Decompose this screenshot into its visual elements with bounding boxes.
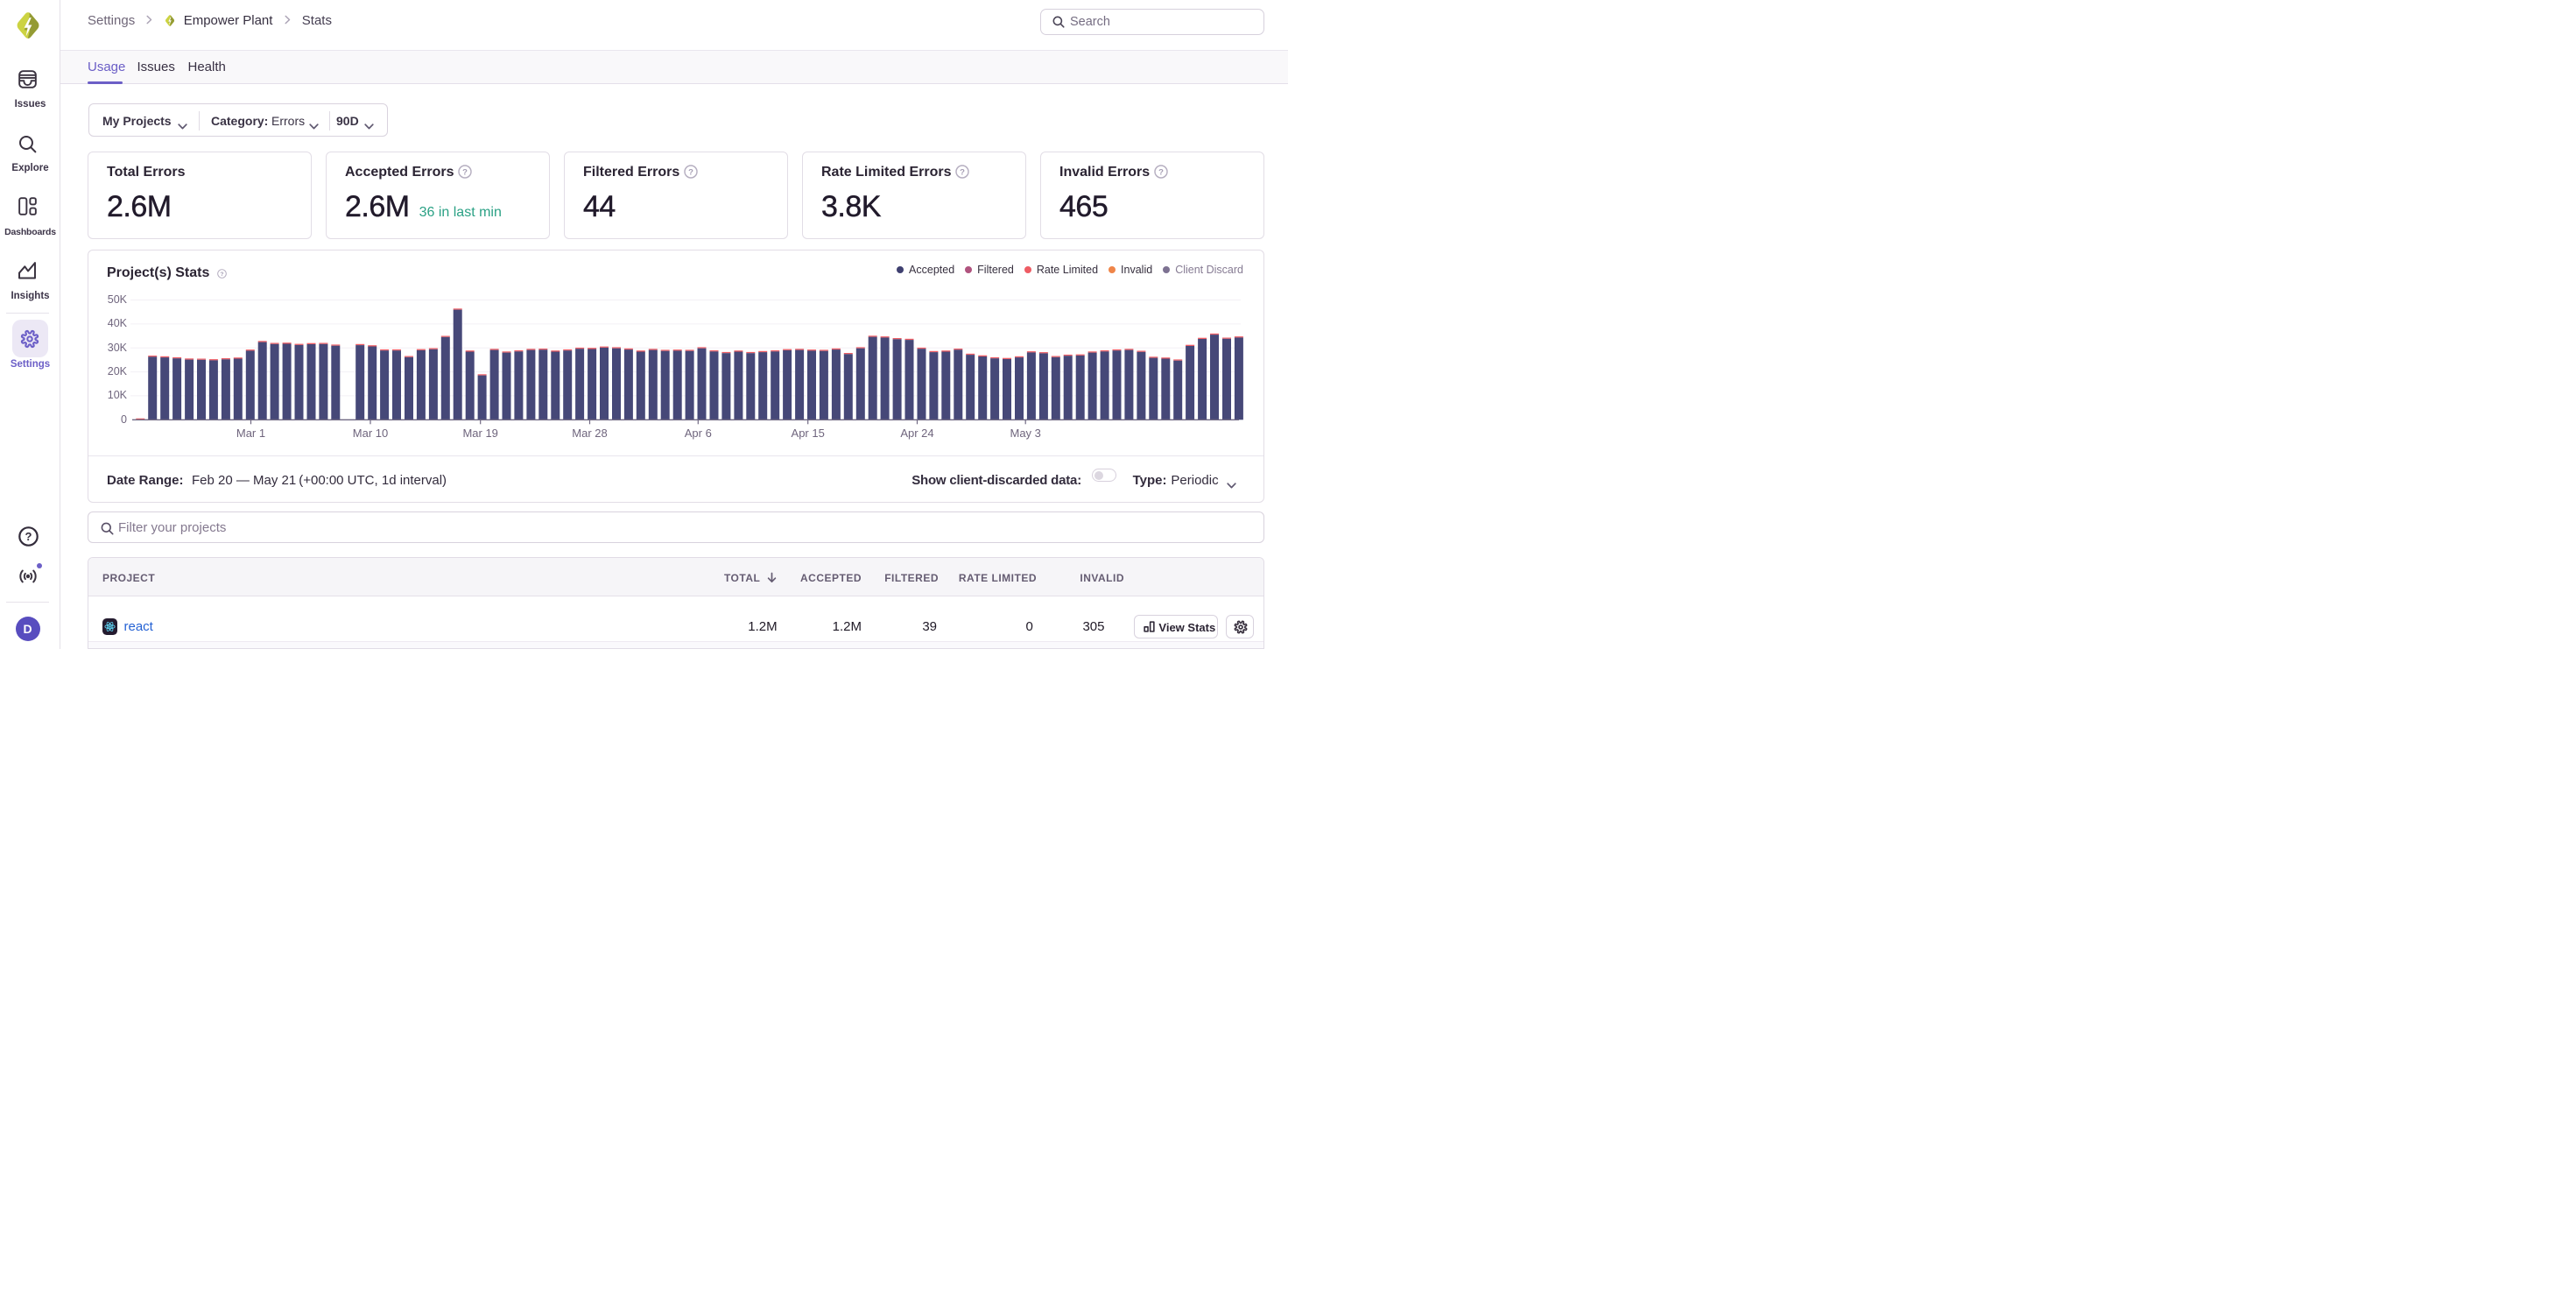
svg-text:?: ? xyxy=(688,167,693,177)
svg-text:?: ? xyxy=(960,167,965,177)
svg-text:?: ? xyxy=(462,167,468,177)
svg-text:?: ? xyxy=(25,530,32,543)
svg-text:?: ? xyxy=(1158,167,1164,177)
